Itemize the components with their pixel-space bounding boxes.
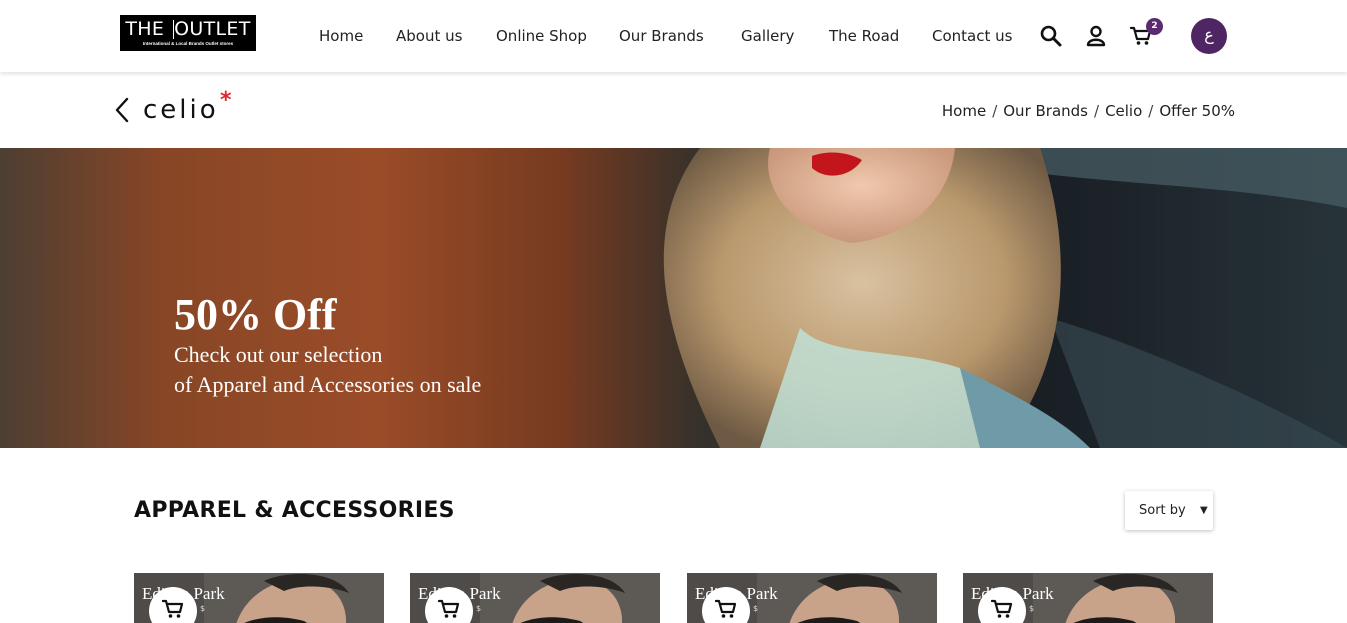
hero-title: 50% Off bbox=[174, 290, 337, 339]
section-title: APPAREL & ACCESSORIES bbox=[134, 498, 455, 523]
nav-gallery[interactable]: Gallery bbox=[741, 24, 794, 48]
language-switch-button[interactable]: ع bbox=[1191, 18, 1227, 54]
sort-by-label: Sort by bbox=[1139, 503, 1186, 518]
product-price: $ bbox=[1029, 604, 1035, 613]
product-card[interactable]: Edison Park $ bbox=[134, 573, 384, 623]
sort-by-dropdown[interactable]: Sort by ▼ bbox=[1125, 491, 1213, 530]
product-card[interactable]: Edison Park $ bbox=[963, 573, 1213, 623]
breadcrumb-separator: / bbox=[1094, 102, 1100, 120]
caret-down-icon: ▼ bbox=[1200, 505, 1208, 516]
nav-home[interactable]: Home bbox=[319, 24, 363, 48]
cart-icon bbox=[991, 599, 1013, 618]
breadcrumb: Home / Our Brands / Celio / Offer 50% bbox=[942, 101, 1235, 121]
breadcrumb-home[interactable]: Home bbox=[942, 102, 986, 120]
back-chevron-icon[interactable] bbox=[112, 96, 132, 128]
hero-subtitle-line-2: of Apparel and Accessories on sale bbox=[174, 372, 482, 397]
hero-subtitle-line-1: Check out our selection bbox=[174, 342, 383, 367]
product-price: $ bbox=[753, 604, 759, 613]
site-header: THE OUTLET International & Local Brands O… bbox=[0, 0, 1347, 72]
nav-about-us[interactable]: About us bbox=[396, 24, 462, 48]
nav-online-shop[interactable]: Online Shop bbox=[496, 24, 587, 48]
cart-icon bbox=[438, 599, 460, 618]
brand-header: celio * Home / Our Brands / Celio / Offer 50% bbox=[0, 72, 1347, 148]
hero-banner: 50% Off Check out our selection of Appar… bbox=[0, 148, 1347, 448]
cart-icon bbox=[715, 599, 737, 618]
product-price: $ bbox=[476, 604, 482, 613]
nav-the-road[interactable]: The Road bbox=[829, 24, 899, 48]
search-icon[interactable] bbox=[1040, 25, 1062, 51]
user-icon[interactable] bbox=[1086, 25, 1106, 51]
breadcrumb-celio[interactable]: Celio bbox=[1105, 102, 1142, 120]
breadcrumb-separator: / bbox=[1148, 102, 1154, 120]
breadcrumb-separator: / bbox=[992, 102, 998, 120]
product-card[interactable]: Edison Park $ bbox=[410, 573, 660, 623]
cart-count-badge: 2 bbox=[1146, 18, 1163, 35]
brand-logo-text: celio bbox=[143, 95, 219, 125]
product-price: $ bbox=[200, 604, 206, 613]
brand-logo-star: * bbox=[220, 88, 232, 113]
breadcrumb-current: Offer 50% bbox=[1159, 102, 1235, 120]
product-card[interactable]: Edison Park $ bbox=[687, 573, 937, 623]
nav-our-brands[interactable]: Our Brands bbox=[619, 24, 704, 48]
nav-contact-us[interactable]: Contact us bbox=[932, 24, 1012, 48]
breadcrumb-our-brands[interactable]: Our Brands bbox=[1003, 102, 1088, 120]
cart-icon bbox=[162, 599, 184, 618]
